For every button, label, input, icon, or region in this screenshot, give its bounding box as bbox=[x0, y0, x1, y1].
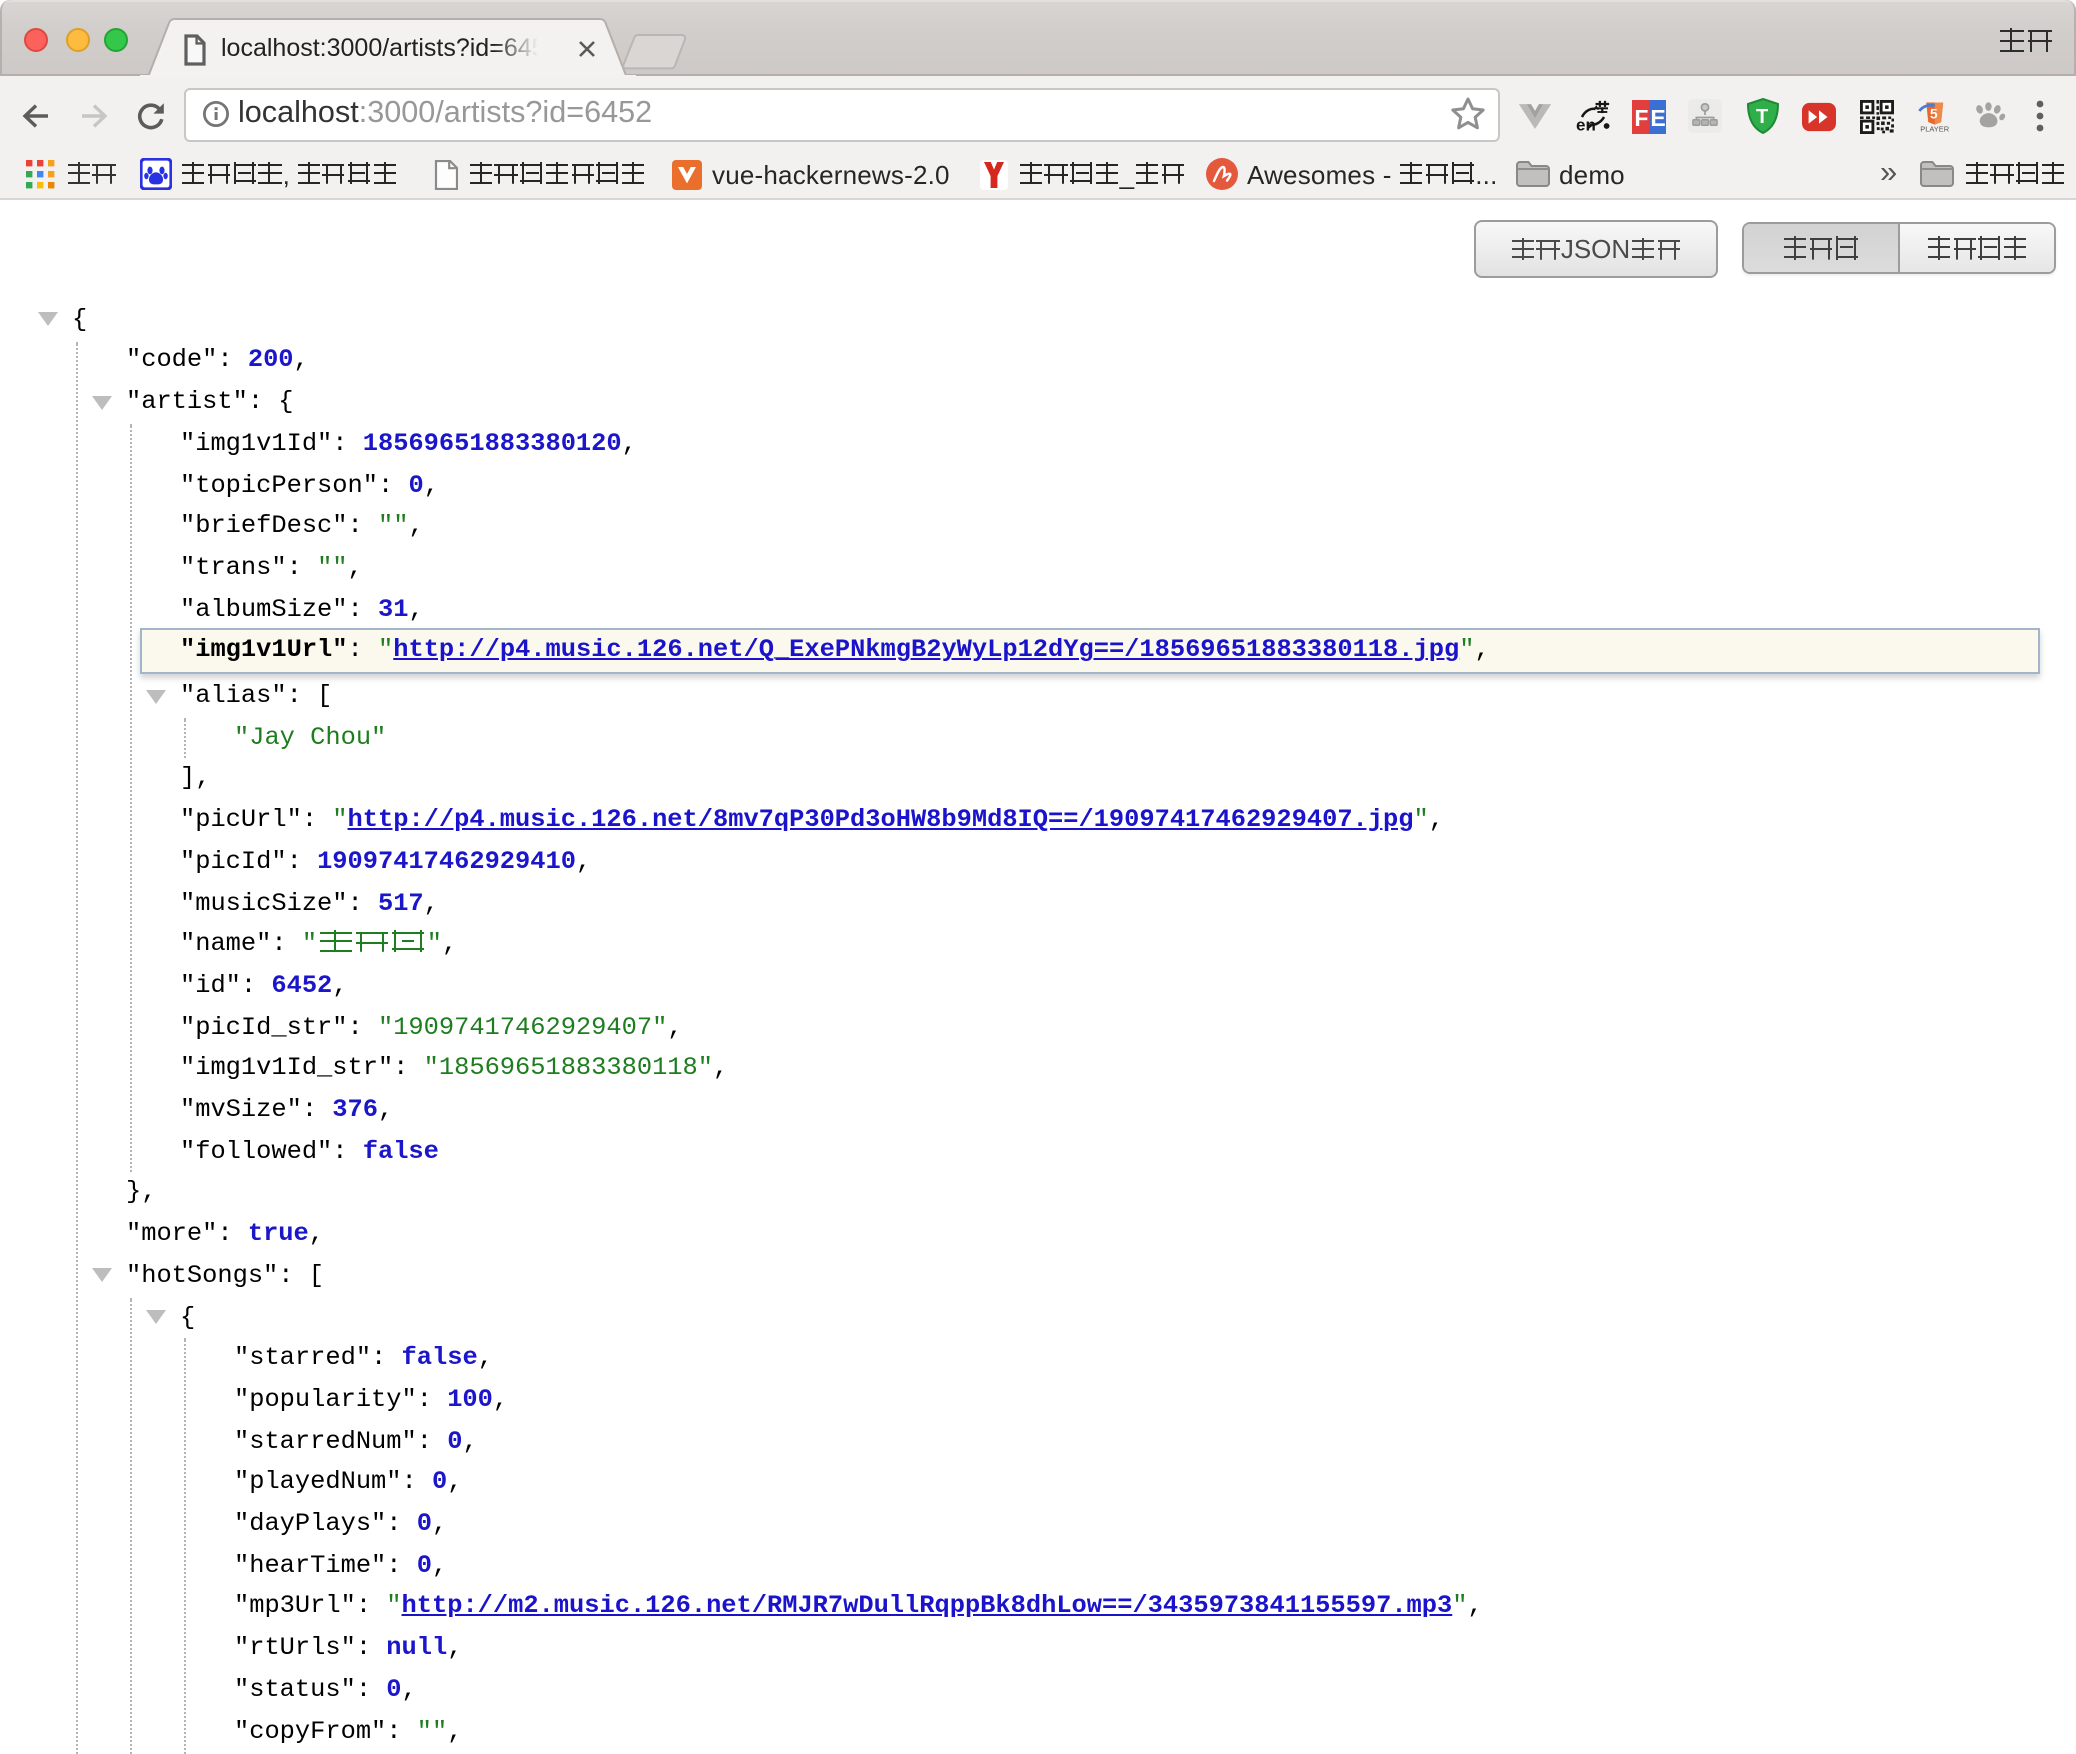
svg-text:PLAYER: PLAYER bbox=[1919, 123, 1949, 132]
svg-text:F: F bbox=[1634, 104, 1648, 130]
svg-text:T: T bbox=[1755, 106, 1767, 128]
svg-text:E: E bbox=[1650, 104, 1665, 130]
svg-text:5: 5 bbox=[1929, 106, 1937, 121]
